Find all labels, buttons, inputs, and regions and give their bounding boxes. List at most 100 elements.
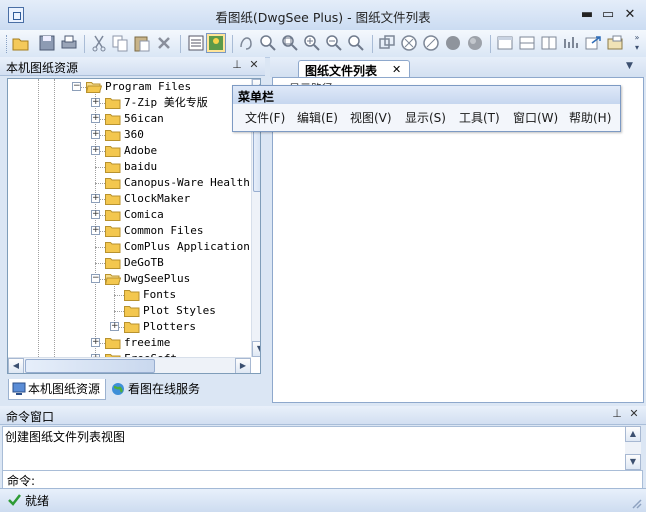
tree-item[interactable]: − Program Files bbox=[8, 79, 251, 95]
tree-item[interactable]: + freeime bbox=[8, 335, 251, 351]
menu-tools[interactable]: 工具(T) bbox=[459, 109, 500, 126]
tree-item[interactable]: + Comica bbox=[8, 207, 251, 223]
tree-item[interactable]: ComPlus Applications bbox=[8, 239, 256, 255]
scroll-up-arrow-icon[interactable]: ▲ bbox=[625, 426, 641, 442]
save-icon[interactable] bbox=[37, 33, 57, 53]
zoom-previous-icon[interactable] bbox=[346, 33, 366, 53]
command-input[interactable] bbox=[45, 471, 635, 486]
expand-icon[interactable]: + bbox=[91, 130, 100, 139]
tree-item[interactable]: + Plotters bbox=[8, 319, 251, 335]
tree-item[interactable]: − DwgSeePlus bbox=[8, 271, 251, 287]
properties-icon[interactable] bbox=[561, 33, 581, 53]
tree-item[interactable]: baidu bbox=[8, 159, 251, 175]
pin-icon[interactable]: ⊥ bbox=[230, 58, 244, 72]
menu-edit[interactable]: 编辑(E) bbox=[297, 109, 338, 126]
options-icon[interactable] bbox=[605, 33, 625, 53]
zoom-window-icon[interactable] bbox=[258, 33, 278, 53]
cut-icon[interactable] bbox=[89, 33, 109, 53]
tree-item-label: ComPlus Applications bbox=[124, 240, 257, 253]
tree-item[interactable]: +7-Zip 美化专版 bbox=[8, 95, 251, 111]
close-icon[interactable]: ✕ bbox=[247, 58, 261, 72]
zoom-in-icon[interactable] bbox=[302, 33, 322, 53]
tree-item[interactable]: DeGoTB bbox=[8, 255, 251, 271]
expand-icon[interactable]: + bbox=[91, 210, 100, 219]
tree-item[interactable]: +360 bbox=[8, 127, 251, 143]
tree-item[interactable]: + Adobe bbox=[8, 143, 251, 159]
pan-icon[interactable] bbox=[236, 33, 256, 53]
tab-drawing-file-list[interactable]: 图纸文件列表 ✕ bbox=[298, 60, 410, 78]
tree-item-label: 7-Zip 美化专版 bbox=[124, 96, 208, 109]
local-drawing-resources-panel: 本机图纸资源 ⊥ ✕ − Program Files +7-Zip 美化专版 +56i… bbox=[0, 57, 265, 402]
tree-item[interactable]: + ClockMaker bbox=[8, 191, 251, 207]
expand-icon[interactable]: + bbox=[91, 194, 100, 203]
split-horizontal-icon[interactable] bbox=[517, 33, 537, 53]
circle-x-icon[interactable] bbox=[399, 33, 419, 53]
tree-item-label: Canopus-Ware Health bbox=[124, 176, 250, 189]
resize-grip-icon[interactable] bbox=[630, 497, 642, 509]
status-bar: 就绪 bbox=[0, 488, 646, 512]
scroll-right-arrow-icon[interactable]: ▶ bbox=[235, 358, 251, 373]
shaded-sphere-icon[interactable] bbox=[465, 33, 485, 53]
print-icon[interactable] bbox=[59, 33, 79, 53]
close-icon[interactable]: ✕ bbox=[627, 407, 641, 421]
toolbar-overflow-icon[interactable]: » ▾ bbox=[632, 33, 642, 55]
copy-icon[interactable] bbox=[110, 33, 130, 53]
tree-item-label: Common Files bbox=[124, 224, 204, 237]
menu-window[interactable]: 窗口(W) bbox=[513, 109, 558, 126]
menu-display[interactable]: 显示(S) bbox=[405, 109, 446, 126]
split-vertical-icon[interactable] bbox=[539, 33, 559, 53]
tab-local-resources[interactable]: 本机图纸资源 bbox=[8, 379, 106, 400]
layer-icon[interactable] bbox=[377, 33, 397, 53]
expand-icon[interactable]: + bbox=[91, 98, 100, 107]
collapse-icon[interactable]: − bbox=[91, 274, 100, 283]
zoom-extents-icon[interactable] bbox=[280, 33, 300, 53]
list-view-icon[interactable] bbox=[186, 33, 206, 53]
expand-icon[interactable]: + bbox=[91, 226, 100, 235]
tree-item[interactable]: +56ican bbox=[8, 111, 251, 127]
menu-bar-title-strip[interactable]: 菜单栏 bbox=[233, 86, 620, 104]
menu-help[interactable]: 帮助(H) bbox=[569, 109, 611, 126]
menu-file[interactable]: 文件(F) bbox=[245, 109, 285, 126]
open-folder-icon[interactable] bbox=[11, 33, 31, 53]
tab-label: 本机图纸资源 bbox=[28, 382, 101, 396]
circle-slash-icon[interactable] bbox=[421, 33, 441, 53]
expand-icon[interactable]: + bbox=[91, 114, 100, 123]
scroll-thumb[interactable] bbox=[25, 359, 155, 373]
menu-view[interactable]: 视图(V) bbox=[350, 109, 392, 126]
tree-item[interactable]: Plot Styles bbox=[8, 303, 251, 319]
expand-icon[interactable]: + bbox=[91, 338, 100, 347]
tree-item-label: freeime bbox=[124, 336, 171, 349]
pin-icon[interactable]: ⊥ bbox=[610, 407, 624, 421]
expand-icon[interactable]: + bbox=[110, 322, 119, 331]
folder-icon bbox=[105, 338, 121, 349]
delete-icon[interactable] bbox=[154, 33, 174, 53]
maximize-button[interactable]: ▭ bbox=[599, 7, 617, 23]
export-icon[interactable] bbox=[583, 33, 603, 53]
scroll-down-arrow-icon[interactable]: ▼ bbox=[625, 454, 641, 470]
command-scrollbar[interactable]: ▲ ▼ bbox=[625, 426, 641, 470]
thumbnail-view-icon[interactable] bbox=[206, 33, 226, 53]
close-button[interactable]: ✕ bbox=[621, 7, 639, 23]
folder-icon bbox=[105, 98, 121, 109]
tab-online-service[interactable]: 看图在线服务 bbox=[108, 379, 218, 399]
scroll-down-arrow-icon[interactable]: ▼ bbox=[252, 341, 260, 357]
tree-horizontal-scrollbar[interactable]: ◀ ▶ bbox=[8, 357, 251, 373]
sphere-icon[interactable] bbox=[443, 33, 463, 53]
scroll-left-arrow-icon[interactable]: ◀ bbox=[8, 358, 24, 373]
dropdown-arrow-icon[interactable]: ▼ bbox=[626, 61, 633, 71]
minimize-button[interactable]: ▬ bbox=[578, 7, 596, 23]
tab-close-icon[interactable]: ✕ bbox=[392, 63, 401, 76]
tree-item[interactable]: Fonts bbox=[8, 287, 251, 303]
folder-icon bbox=[105, 178, 121, 189]
panel-layout-icon[interactable] bbox=[495, 33, 515, 53]
tree-item[interactable]: Canopus-Ware Health bbox=[8, 175, 251, 191]
zoom-out-icon[interactable] bbox=[324, 33, 344, 53]
folder-icon bbox=[105, 258, 121, 269]
checkmark-icon bbox=[8, 494, 21, 506]
paste-icon[interactable] bbox=[132, 33, 152, 53]
collapse-icon[interactable]: − bbox=[72, 82, 81, 91]
toolbar-grip[interactable] bbox=[6, 35, 10, 53]
open-folder-icon bbox=[105, 274, 121, 285]
tree-item[interactable]: + Common Files bbox=[8, 223, 251, 239]
expand-icon[interactable]: + bbox=[91, 146, 100, 155]
